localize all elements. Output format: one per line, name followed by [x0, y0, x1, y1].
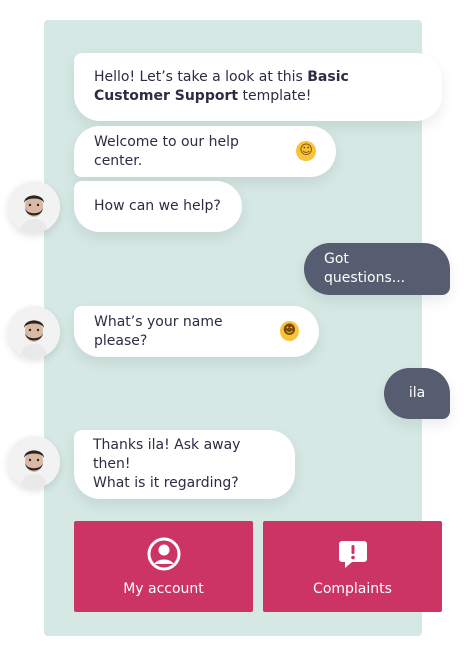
my-account-button[interactable]: My account: [74, 521, 253, 612]
message-text: Thanks ila! Ask away then! What is it re…: [93, 436, 276, 493]
complaints-button[interactable]: Complaints: [263, 521, 442, 612]
message-line: Thanks ila! Ask away then!: [93, 437, 241, 472]
grinning-face-emoji: ☻: [279, 320, 299, 341]
complaints-label: Complaints: [313, 580, 392, 597]
my-account-label: My account: [123, 580, 204, 597]
user-message-questions: Got questions...: [304, 243, 450, 295]
bot-message-intro: Hello! Let’s take a look at this Basic C…: [74, 53, 442, 121]
message-line: What is it regarding?: [93, 475, 239, 491]
bot-message-thanks: Thanks ila! Ask away then! What is it re…: [74, 430, 295, 499]
alert-message-icon: [336, 537, 370, 571]
message-text: Welcome to our help center.: [94, 133, 239, 169]
bot-avatar: [8, 181, 60, 233]
message-text: What’s your name please?: [94, 313, 223, 349]
message-text: How can we help?: [94, 198, 221, 214]
bot-message-welcome: Welcome to our help center. ☺: [74, 126, 336, 177]
bot-message-name: What’s your name please? ☻: [74, 306, 319, 357]
bot-message-help: How can we help?: [74, 181, 242, 232]
bot-avatar: [8, 306, 60, 358]
user-message-name: ila: [384, 368, 450, 419]
hugging-face-emoji: ☺: [296, 140, 316, 161]
user-circle-icon: [147, 537, 181, 571]
message-text: Got questions...: [324, 251, 406, 286]
bot-avatar: [8, 436, 60, 488]
message-text: Hello! Let’s take a look at this Basic C…: [94, 69, 349, 104]
message-text: ila: [408, 385, 426, 401]
